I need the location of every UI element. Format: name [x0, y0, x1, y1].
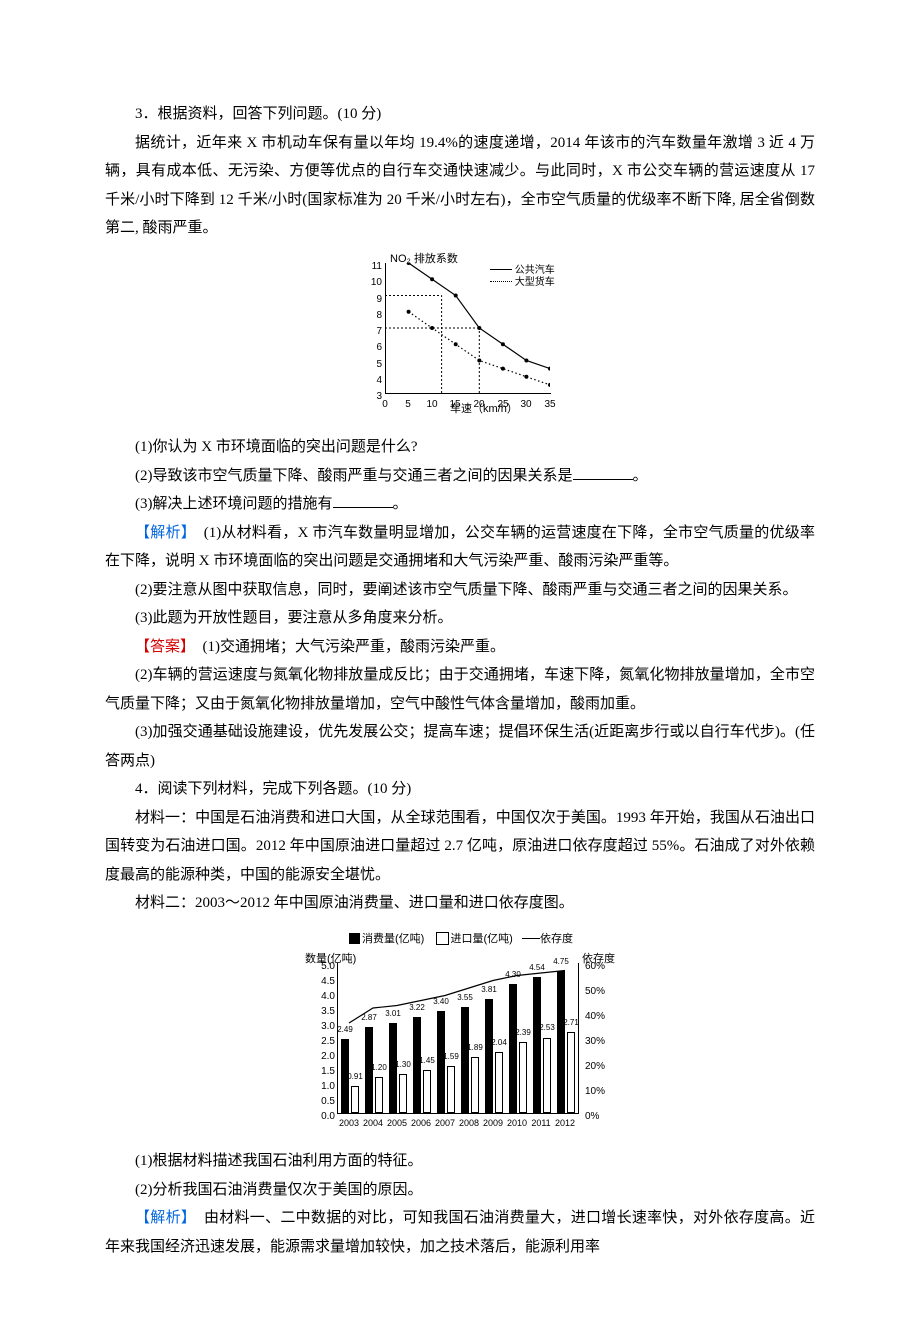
c1-ytick: 5: [370, 355, 382, 374]
c2-xtick: 2003: [337, 1115, 361, 1132]
answer-label: 【答案】: [135, 639, 188, 655]
c2-ytick-l: 5.0: [319, 957, 335, 976]
c2-ytick-r: 0%: [585, 1107, 609, 1126]
c2-ytick-r: 30%: [585, 1032, 609, 1051]
c2-ytick-r: 60%: [585, 957, 609, 976]
c2-ytick-r: 40%: [585, 1007, 609, 1026]
chart1-xlabel: 车速（km/h）: [450, 399, 518, 420]
c2-xtick: 2006: [409, 1115, 433, 1132]
c1-ytick: 9: [370, 290, 382, 309]
q4-material-1: 材料一：中国是石油消费和进口大国，从全球范围看，中国仅次于美国。1993 年开始…: [105, 804, 815, 890]
q3-answer-3: (3)加强交通基础设施建设，优先发展公交；提高车速；提倡环保生活(近距离步行或以…: [105, 718, 815, 775]
c2-xtick: 2004: [361, 1115, 385, 1132]
c1-xtick: 30: [519, 395, 533, 414]
chart1-legend: 公共汽车 大型货车: [490, 265, 555, 289]
chart2-legend: 消费量(亿吨) 进口量(亿吨) 依存度: [305, 929, 615, 950]
blank-input[interactable]: [333, 492, 393, 508]
c2-xtick: 2008: [457, 1115, 481, 1132]
c2-xtick: 2012: [553, 1115, 577, 1132]
q3-title: 3．根据资料，回答下列问题。(10 分): [105, 100, 815, 129]
chart2-container: 消费量(亿吨) 进口量(亿吨) 依存度 数量(亿吨) 依存度 2.490.912…: [105, 924, 815, 1142]
oil-consumption-chart: 数量(亿吨) 依存度 2.490.912.871.203.011.303.221…: [305, 951, 615, 1141]
c2-xtick: 2009: [481, 1115, 505, 1132]
explanation-label: 【解析】: [135, 525, 188, 541]
c2-xtick: 2011: [529, 1115, 553, 1132]
q4-sub1: (1)根据材料描述我国石油利用方面的特征。: [105, 1147, 815, 1176]
blank-input[interactable]: [573, 464, 633, 480]
no2-emission-chart: NO₂ 排放系数 公共汽车 大型货车 3: [360, 253, 560, 413]
q3-passage: 据统计，近年来 X 市机动车保有量以年均 19.4%的速度递增，2014 年该市…: [105, 129, 815, 243]
c1-ytick: 11: [370, 257, 382, 276]
q3-answer-2: (2)车辆的营运速度与氮氧化物排放量成反比；由于交通拥堵，车速下降，氮氧化物排放…: [105, 661, 815, 718]
q3-explanation-1: 【解析】 (1)从材料看，X 市汽车数量明显增加，公交车辆的运营速度在下降，全市…: [105, 519, 815, 576]
explanation-label: 【解析】: [135, 1210, 189, 1226]
q3-sub1: (1)你认为 X 市环境面临的突出问题是什么?: [105, 433, 815, 462]
c2-ytick-r: 10%: [585, 1082, 609, 1101]
c1-xtick: 35: [543, 395, 557, 414]
q4-sub2: (2)分析我国石油消费量仅次于美国的原因。: [105, 1176, 815, 1205]
chart2-line: [337, 963, 577, 1113]
q3-sub3: (3)解决上述环境问题的措施有。: [105, 490, 815, 519]
q3-explanation-2: (2)要注意从图中获取信息，同时，要阐述该市空气质量下降、酸雨严重与交通三者之间…: [105, 576, 815, 605]
c2-ytick-r: 20%: [585, 1057, 609, 1076]
c1-xtick: 0: [378, 395, 392, 414]
c2-ytick-r: 50%: [585, 982, 609, 1001]
q3-explanation-3: (3)此题为开放性题目，要注意从多角度来分析。: [105, 604, 815, 633]
c2-xtick: 2010: [505, 1115, 529, 1132]
c2-xtick: 2007: [433, 1115, 457, 1132]
q4-title: 4．阅读下列材料，完成下列各题。(10 分): [105, 775, 815, 804]
q4-material-2: 材料二：2003～2012 年中国原油消费量、进口量和进口依存度图。: [105, 889, 815, 918]
q3-sub2: (2)导致该市空气质量下降、酸雨严重与交通三者之间的因果关系是。: [105, 462, 815, 491]
c1-xtick: 10: [425, 395, 439, 414]
chart1-container: NO₂ 排放系数 公共汽车 大型货车 3: [105, 249, 815, 428]
c1-xtick: 5: [401, 395, 415, 414]
c2-xtick: 2005: [385, 1115, 409, 1132]
q4-explanation: 【解析】 由材料一、二中数据的对比，可知我国石油消费量大，进口增长速率快，对外依…: [105, 1204, 815, 1261]
q3-answer-1: 【答案】 (1)交通拥堵；大气污染严重，酸雨污染严重。: [105, 633, 815, 662]
